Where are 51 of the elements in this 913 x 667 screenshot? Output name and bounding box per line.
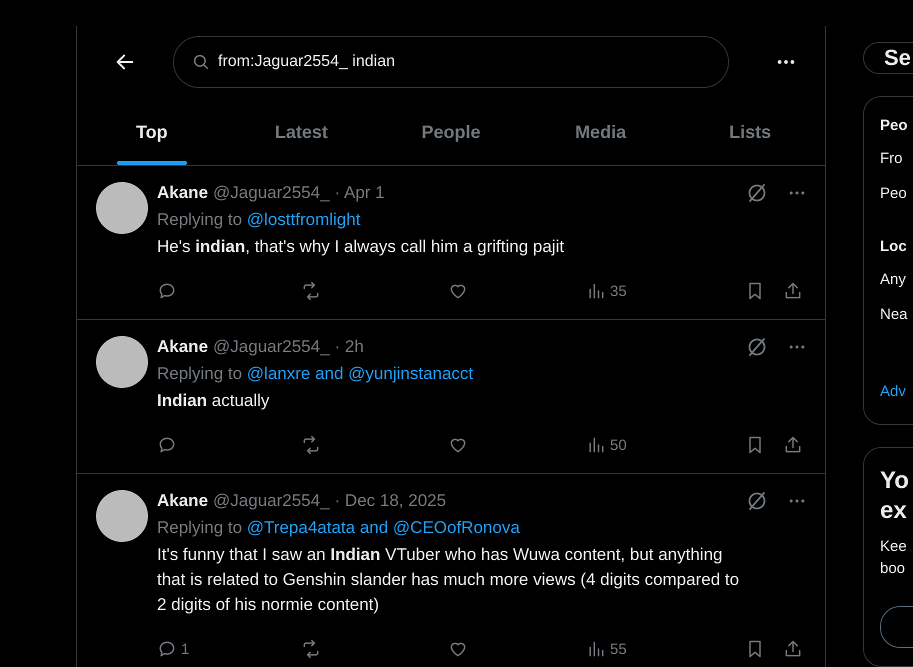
tab[interactable]: Lists <box>675 92 825 165</box>
promo-text: Kee boo <box>880 537 908 579</box>
avatar[interactable] <box>96 182 148 234</box>
filter-heading: Peo <box>880 117 909 134</box>
post-time[interactable]: · 2h <box>334 337 364 357</box>
replying-label: Replying to <box>157 518 242 537</box>
tab[interactable]: Media <box>526 92 676 165</box>
filter-option[interactable]: Fro <box>880 150 913 167</box>
user-name[interactable]: Akane <box>157 491 208 511</box>
avatar[interactable] <box>96 490 148 542</box>
mention-link[interactable]: @Trepa4atata and @CEOofRonova <box>246 518 520 537</box>
avatar[interactable] <box>96 336 148 388</box>
reply-icon[interactable] <box>157 281 177 301</box>
filter-option[interactable]: Peo <box>880 185 913 202</box>
tab[interactable]: Top <box>77 92 227 165</box>
repost-icon[interactable] <box>301 639 321 659</box>
promo-title: Yo ex <box>880 466 910 526</box>
view-count: 50 <box>610 436 627 454</box>
share-icon[interactable] <box>783 281 803 301</box>
reply-count: 1 <box>181 640 190 658</box>
user-name[interactable]: Akane <box>157 337 208 357</box>
repost-icon[interactable] <box>301 281 321 301</box>
filter-option[interactable]: Nea <box>880 306 913 323</box>
search-icon <box>192 53 210 71</box>
post-text: Indian actually <box>157 390 270 412</box>
mention-link[interactable]: @losttfromlight <box>246 210 360 229</box>
replying-label: Replying to <box>157 364 242 383</box>
post-text: It's funny that I saw an Indian VTuber who has Wuwa content, but anything that is related to Genshin slander has much more views (4 digits compared to 2 digits of his normie content) <box>157 544 740 616</box>
search-field[interactable]: Se <box>863 42 913 74</box>
view-count: 55 <box>610 640 627 658</box>
repost-icon[interactable] <box>301 435 321 455</box>
mention-link[interactable]: @lanxre and @yunjinstanacct <box>246 364 474 383</box>
reply-icon[interactable] <box>157 639 177 659</box>
reply-icon[interactable] <box>157 435 177 455</box>
filter-option[interactable]: Any <box>880 271 913 288</box>
advanced-search-link[interactable]: Adv <box>880 383 913 400</box>
post-text: He's indian, that's why I always call him a grifting pajit <box>157 236 566 258</box>
user-handle[interactable]: @Jaguar2554_ <box>213 491 330 511</box>
post-time[interactable]: · Apr 1 <box>334 183 385 203</box>
search-field[interactable]: from:Jaguar2554_ indian <box>173 36 729 88</box>
filter-heading: Loc <box>880 238 908 255</box>
user-name[interactable]: Akane <box>157 183 208 203</box>
user-handle[interactable]: @Jaguar2554_ <box>213 183 330 203</box>
tab[interactable]: People <box>376 92 526 165</box>
post-time[interactable]: · Dec 18, 2025 <box>334 491 446 511</box>
share-icon[interactable] <box>783 435 803 455</box>
tab[interactable]: Latest <box>226 92 376 165</box>
user-handle[interactable]: @Jaguar2554_ <box>213 337 330 357</box>
share-icon[interactable] <box>783 639 803 659</box>
view-count: 35 <box>610 282 627 300</box>
replying-label: Replying to <box>157 210 242 229</box>
